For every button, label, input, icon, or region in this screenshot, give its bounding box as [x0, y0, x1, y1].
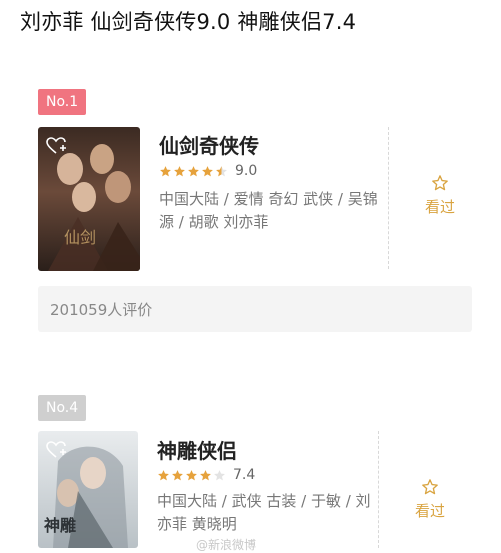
page-header: 刘亦菲 仙剑奇侠传9.0 神雕侠侣7.4 [20, 10, 357, 34]
seen-button[interactable]: 看过 [410, 174, 470, 217]
rating-row: 9.0 [159, 162, 257, 180]
divider [388, 127, 389, 269]
rating-score: 9.0 [235, 163, 258, 179]
star-rating [157, 469, 227, 482]
star-full-icon [160, 165, 171, 176]
rating-row: 7.4 [157, 466, 255, 484]
rank-badge: No.4 [38, 395, 87, 421]
svg-text:神雕: 神雕 [44, 516, 76, 535]
star-rating [159, 165, 229, 178]
star-full-icon [158, 469, 169, 480]
add-favorite-icon[interactable] [46, 137, 66, 155]
star-empty-icon [214, 469, 225, 480]
movie-meta: 中国大陆 / 爱情 奇幻 武侠 / 吴锦源 / 胡歌 刘亦菲 [159, 190, 378, 231]
movie-title[interactable]: 神雕侠侣 [157, 435, 237, 464]
rating-count: 201059人评价 [50, 301, 153, 319]
rank-badge: No.1 [38, 89, 87, 115]
seen-button[interactable]: 看过 [400, 478, 460, 521]
star-outline-icon [432, 175, 448, 191]
star-full-icon [202, 165, 213, 176]
watermark: @新浪微博 [196, 538, 257, 552]
movie-meta: 中国大陆 / 武侠 古装 / 于敏 / 刘亦菲 黄晓明 [157, 492, 371, 533]
star-full-icon [174, 165, 185, 176]
movie-poster[interactable]: 神雕 [38, 431, 138, 548]
seen-label: 看过 [414, 502, 445, 520]
seen-label: 看过 [424, 198, 455, 216]
movie-poster[interactable]: 仙剑 [38, 127, 140, 271]
divider [378, 431, 379, 548]
rating-score: 7.4 [233, 467, 256, 483]
movie-title[interactable]: 仙剑奇侠传 [159, 130, 259, 159]
star-full-icon [188, 165, 199, 176]
rating-count-bar[interactable]: 201059人评价 [38, 286, 472, 332]
svg-text:仙剑: 仙剑 [64, 228, 96, 247]
star-full-icon [186, 469, 197, 480]
star-full-icon [172, 469, 183, 480]
star-full-icon [200, 469, 211, 480]
star-outline-icon [422, 479, 438, 495]
add-favorite-icon[interactable] [46, 441, 66, 459]
star-half-icon [216, 165, 227, 176]
